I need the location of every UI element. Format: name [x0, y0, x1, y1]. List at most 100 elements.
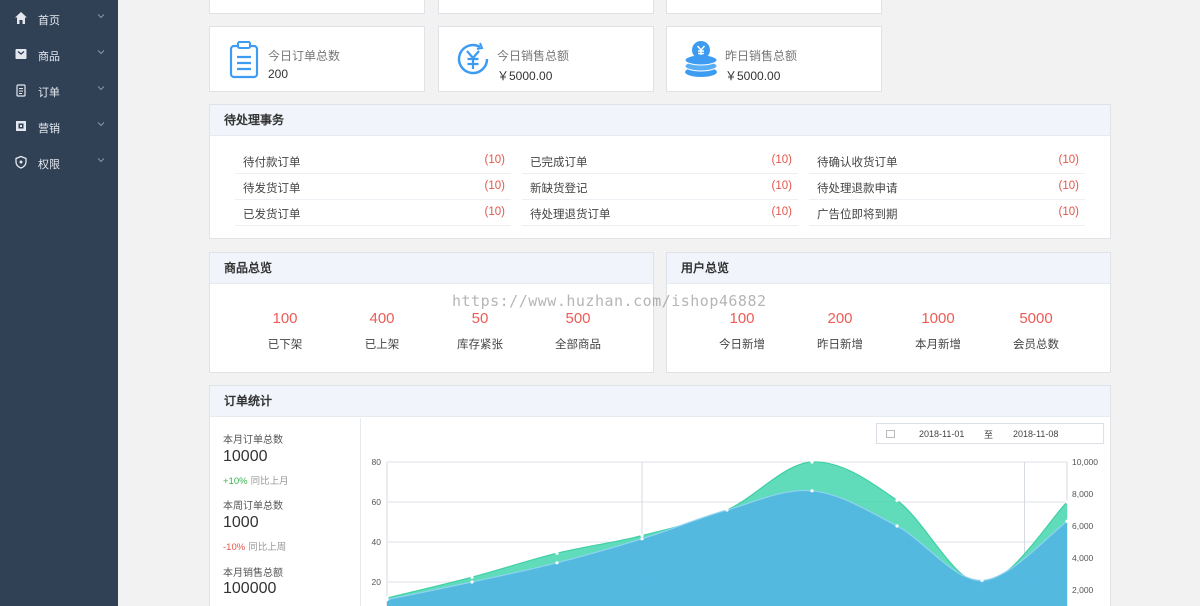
sidebar-item-home[interactable]: 首页	[0, 0, 118, 36]
task-row[interactable]: 待付款订单 (10)	[235, 149, 511, 174]
data-point	[895, 524, 899, 528]
kpi-label: 全部商品	[555, 339, 601, 351]
task-row[interactable]: 待处理退款申请 (10)	[809, 175, 1085, 200]
task-count: (10)	[484, 206, 505, 218]
kpi-yesterday-new[interactable]: 200 昨日新增	[795, 310, 885, 352]
home-icon	[15, 12, 27, 24]
shield-icon	[15, 155, 27, 169]
stat-card-top	[666, 0, 882, 14]
task-row[interactable]: 广告位即将到期 (10)	[809, 201, 1085, 226]
stat-label: 今日销售总额	[497, 49, 570, 63]
task-count: (10)	[484, 154, 505, 166]
task-label: 待处理退款申请	[817, 183, 898, 195]
kpi-label: 本月新增	[915, 339, 961, 351]
sidebar-item-label: 订单	[38, 87, 60, 99]
task-row[interactable]: 待发货订单 (10)	[235, 175, 511, 200]
task-row[interactable]: 已完成订单 (10)	[522, 149, 798, 174]
task-count: (10)	[771, 154, 792, 166]
sidebar-item-label: 营销	[38, 123, 60, 135]
date-separator: 至	[984, 430, 994, 440]
metric-value: 10000	[223, 448, 268, 465]
task-label: 已完成订单	[530, 157, 588, 169]
sidebar-item-label: 首页	[38, 15, 60, 27]
data-point	[470, 580, 474, 584]
kpi-today-new[interactable]: 100 今日新增	[697, 310, 787, 352]
metric-value: 1000	[223, 514, 259, 531]
task-row[interactable]: 已发货订单 (10)	[235, 201, 511, 226]
right-axis-tick-label: 6,000	[1072, 521, 1094, 531]
marketing-icon	[16, 121, 26, 131]
kpi-value: 400	[369, 310, 395, 327]
right-axis-tick-label: 10,000	[1072, 457, 1098, 467]
data-point	[725, 508, 729, 512]
kpi-low-stock[interactable]: 50 库存紧张	[435, 310, 525, 352]
task-row[interactable]: 新缺货登记 (10)	[522, 175, 798, 200]
task-label: 待确认收货订单	[817, 157, 898, 169]
kpi-all-products[interactable]: 500 全部商品	[533, 310, 623, 352]
delta-compare: 同比上月	[250, 476, 289, 487]
user-overview-panel: 用户总览 100 今日新增 200 昨日新增 1000 本月新增 5000 会员…	[666, 252, 1111, 373]
left-axis-tick-label: 80	[372, 457, 382, 467]
sidebar: 首页 商品 订单 营销 权限	[0, 0, 118, 606]
kpi-label: 库存紧张	[457, 339, 503, 351]
right-axis-tick-label: 4,000	[1072, 553, 1094, 563]
kpi-online[interactable]: 400 已上架	[337, 310, 427, 352]
panel-title: 商品总览	[210, 253, 653, 284]
chevron-down-icon	[97, 158, 105, 163]
left-axis-tick-label: 60	[372, 497, 382, 507]
stat-card-yesterday-sales: 昨日销售总额 ￥5000.00	[666, 26, 882, 92]
pending-tasks-panel: 待处理事务 待付款订单 (10) 已完成订单 (10) 待确认收货订单 (10)…	[209, 104, 1111, 239]
task-label: 待发货订单	[243, 183, 301, 195]
kpi-label: 昨日新增	[817, 339, 863, 351]
stat-card-today-orders: 今日订单总数 200	[209, 26, 425, 92]
date-end[interactable]: 2018-11-08	[1013, 429, 1058, 439]
task-row[interactable]: 待确认收货订单 (10)	[809, 149, 1085, 174]
kpi-label: 会员总数	[1013, 339, 1059, 351]
stat-card-top	[438, 0, 654, 14]
order-chart: 80 60 40 20 10,000 8,000 6,000 4,000 2,000	[372, 457, 1098, 606]
kpi-value: 5000	[1019, 310, 1053, 327]
sidebar-item-products[interactable]: 商品	[0, 36, 118, 72]
panel-title: 用户总览	[667, 253, 1110, 284]
sidebar-item-permissions[interactable]: 权限	[0, 144, 118, 180]
kpi-value: 500	[565, 310, 591, 327]
stat-value: ￥5000.00	[725, 69, 781, 83]
kpi-label: 已下架	[267, 339, 303, 351]
data-point	[1065, 519, 1069, 523]
kpi-label: 今日新增	[719, 339, 765, 351]
kpi-member-total[interactable]: 5000 会员总数	[991, 310, 1081, 352]
delta-value: +10%	[223, 476, 248, 487]
task-count: (10)	[1058, 154, 1079, 166]
kpi-offline[interactable]: 100 已下架	[240, 310, 330, 352]
metric-value: 100000	[223, 580, 277, 597]
left-axis-tick-label: 40	[372, 537, 382, 547]
kpi-month-new[interactable]: 1000 本月新增	[893, 310, 983, 352]
metric-label: 本周订单总数	[223, 501, 283, 512]
data-point	[810, 460, 814, 464]
task-label: 新缺货登记	[530, 183, 588, 195]
date-range-picker[interactable]: 2018-11-01 至 2018-11-08	[876, 423, 1104, 444]
left-axis-tick-label: 20	[372, 577, 382, 587]
sidebar-item-orders[interactable]: 订单	[0, 72, 118, 108]
date-start[interactable]: 2018-11-01	[919, 429, 964, 439]
data-point	[640, 537, 644, 541]
data-point	[640, 534, 644, 538]
chevron-down-icon	[97, 122, 105, 127]
data-point	[385, 598, 389, 602]
kpi-value: 50	[471, 310, 489, 327]
delta-value: -10%	[223, 542, 246, 553]
stat-value: ￥5000.00	[497, 69, 553, 83]
task-count: (10)	[484, 180, 505, 192]
right-axis-tick-label: 2,000	[1072, 585, 1094, 595]
sidebar-item-marketing[interactable]: 营销	[0, 108, 118, 144]
task-label: 待处理退货订单	[530, 209, 611, 221]
task-count: (10)	[1058, 206, 1079, 218]
task-label: 待付款订单	[243, 157, 301, 169]
task-row[interactable]: 待处理退货订单 (10)	[522, 201, 798, 226]
metric-delta: -10% 同比上周	[223, 539, 286, 553]
task-count: (10)	[1058, 180, 1079, 192]
kpi-label: 已上架	[364, 339, 400, 351]
data-point	[555, 551, 559, 555]
order-icon	[16, 84, 26, 97]
coins-icon	[684, 41, 718, 77]
